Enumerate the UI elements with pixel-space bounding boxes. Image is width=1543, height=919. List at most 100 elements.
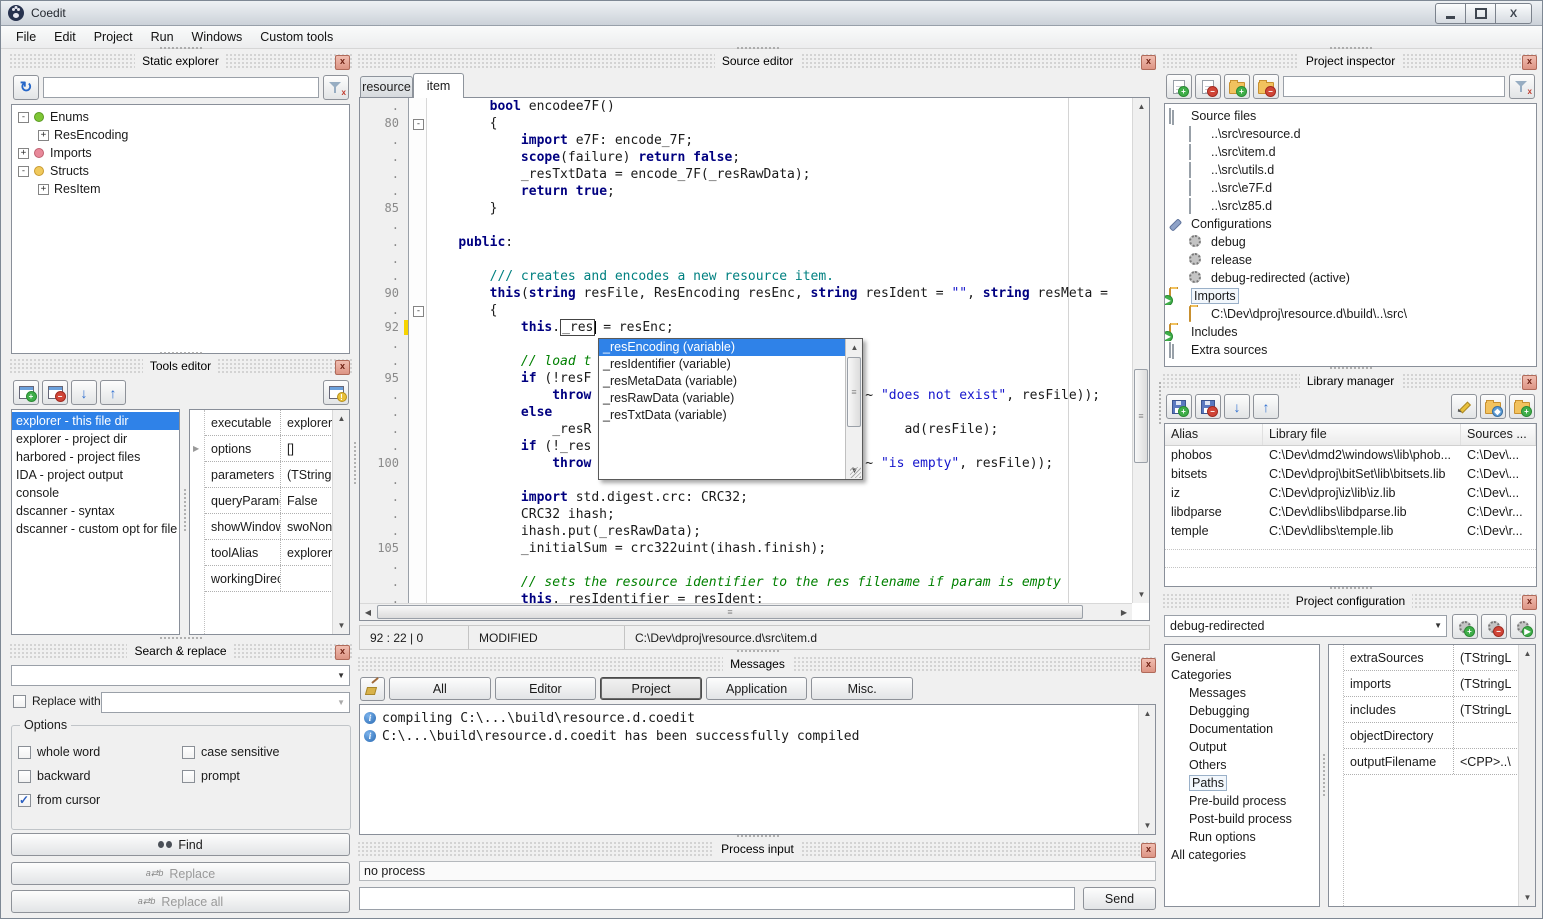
expand-icon[interactable]: + [38,130,49,141]
search-replace-header[interactable]: Search & replace x [9,643,352,660]
fold-collapse-icon[interactable]: - [413,306,424,317]
code-line[interactable]: import std.digest.crc: CRC32; [427,489,1132,506]
library-row[interactable]: bitsetsC:\Dev\dproj\bitSet\lib\bitsets.l… [1165,465,1536,484]
config-category-item[interactable]: All categories [1165,846,1319,864]
tab-resource[interactable]: resource [360,76,413,97]
close-panel-icon[interactable]: x [1522,55,1537,70]
add-source-button[interactable]: + [1166,74,1192,99]
remove-tool-button[interactable]: − [42,380,68,405]
line-number[interactable]: . [360,166,408,183]
tool-list-item[interactable]: dscanner - syntax [12,502,179,520]
symbol-tree-item[interactable]: +ResItem [12,180,349,198]
message-line[interactable]: icompiling C:\...\build\resource.d.coedi… [360,709,1155,727]
filter-button-misc[interactable]: Misc. [811,677,913,700]
splitter-grip-icon[interactable] [1158,381,1162,425]
replace-button[interactable]: a⇄bReplace [11,862,350,885]
replace-term-combobox[interactable]: ▼ [101,692,350,713]
move-tool-down-button[interactable]: ↓ [71,380,97,405]
fold-collapse-icon[interactable]: - [413,119,424,130]
collapse-icon[interactable]: - [18,112,29,123]
config-category-item[interactable]: General [1165,648,1319,666]
property-row[interactable]: objectDirectory [1344,723,1519,749]
move-library-up-button[interactable]: ↑ [1253,394,1279,419]
code-line[interactable]: _resTxtData = encode_7F(_resRawData); [427,166,1132,183]
close-button[interactable]: X [1495,3,1532,24]
line-number[interactable]: . [360,183,408,200]
config-category-item[interactable]: Paths [1165,774,1319,792]
drag-grip-icon[interactable] [1329,366,1373,370]
property-row[interactable]: options[] [205,436,333,462]
clone-configuration-button[interactable]: ▶ [1510,614,1536,639]
project-tree-item[interactable]: ..\src\utils.d [1165,161,1536,179]
line-number-gutter[interactable]: .80....85....90.92..95....100....105... [360,98,409,603]
collapse-icon[interactable]: - [18,166,29,177]
move-tool-up-button[interactable]: ↑ [100,380,126,405]
remove-source-button[interactable]: − [1195,74,1221,99]
code-line[interactable]: /// creates and encodes a new resource i… [427,268,1132,285]
line-number[interactable]: 95 [360,370,408,387]
editor-vscrollbar[interactable]: ▲ ▼ [1132,98,1149,603]
code-line[interactable]: return true; [427,183,1132,200]
config-category-item[interactable]: Others [1165,756,1319,774]
completion-item[interactable]: _resEncoding (variable) [599,339,845,356]
line-number[interactable]: 105 [360,540,408,557]
inspector-clear-filter-button[interactable]: x [1509,74,1535,99]
minimize-button[interactable] [1435,3,1466,24]
close-panel-icon[interactable]: x [1141,55,1156,70]
library-manager-header[interactable]: Library manager x [1162,373,1539,390]
line-number[interactable]: . [360,268,408,285]
project-tree-item[interactable]: ..\src\resource.d [1165,125,1536,143]
messages-header[interactable]: Messages x [357,656,1158,673]
code-line[interactable]: scope(failure) return false; [427,149,1132,166]
add-library-button[interactable]: + [1166,394,1192,419]
code-line[interactable]: { [427,302,1132,319]
config-category-item[interactable]: Output [1165,738,1319,756]
config-category-item[interactable]: Run options [1165,828,1319,846]
tool-list-item[interactable]: console [12,484,179,502]
menu-item-windows[interactable]: Windows [183,27,252,47]
search-term-combobox[interactable]: ▼ [11,665,350,686]
run-tool-button[interactable]: ! [323,380,349,405]
symbol-tree-item[interactable]: +ResEncoding [12,126,349,144]
scroll-up-icon[interactable]: ▲ [1133,98,1150,115]
property-row[interactable]: parameters(TStringL [205,462,333,488]
message-line[interactable]: iC:\...\build\resource.d.coedit has been… [360,727,1155,745]
property-row[interactable]: executableexplorer [205,410,333,436]
symbol-tree-item[interactable]: +Imports [12,144,349,162]
drag-grip-icon[interactable] [736,649,780,653]
inspector-filter-input[interactable] [1283,76,1505,97]
replace-all-button[interactable]: a⇄bReplace all [11,890,350,913]
expand-icon[interactable]: + [18,148,29,159]
code-line[interactable]: this._resIdentifier = resIdent; [427,591,1132,603]
close-panel-icon[interactable]: x [1141,658,1156,673]
property-row[interactable]: toolAliasexplorer [205,540,333,566]
symbol-tree-item[interactable]: -Structs [12,162,349,180]
editor-hscrollbar[interactable]: ◀ ▶ [360,603,1132,620]
case-sensitive-checkbox[interactable] [182,746,195,759]
project-inspector-header[interactable]: Project inspector x [1162,53,1539,70]
line-number[interactable]: . [360,234,408,251]
drag-grip-icon[interactable] [736,46,780,50]
tool-list-item[interactable]: IDA - project output [12,466,179,484]
line-number[interactable]: . [360,98,408,115]
completion-scroll-thumb[interactable] [847,357,861,427]
line-number[interactable]: 100 [360,455,408,472]
completion-item[interactable]: _resRawData (variable) [599,390,845,407]
scroll-up-icon[interactable]: ▲ [1519,645,1536,662]
close-panel-icon[interactable]: x [335,360,350,375]
property-row[interactable]: showWindowsswoNone [205,514,333,540]
clear-filter-button[interactable]: x [323,75,349,100]
menu-item-file[interactable]: File [7,27,45,47]
refresh-button[interactable]: ↻ [13,75,39,100]
code-line[interactable] [427,251,1132,268]
replace-with-toggle[interactable]: Replace with [13,694,101,708]
completion-item[interactable]: _resTxtData (variable) [599,407,845,424]
project-tree-item[interactable]: C:\Dev\dproj\resource.d\build\..\src\ [1165,305,1536,323]
close-panel-icon[interactable]: x [335,645,350,660]
line-number[interactable]: . [360,523,408,540]
code-line[interactable]: bool encodee7F() [427,98,1132,115]
library-row[interactable]: templeC:\Dev\dlibs\temple.libC:\Dev\r... [1165,522,1536,541]
tool-list-item[interactable]: explorer - this file dir [12,412,179,430]
project-tree-item[interactable]: debug [1165,233,1536,251]
filter-button-all[interactable]: All [389,677,491,700]
